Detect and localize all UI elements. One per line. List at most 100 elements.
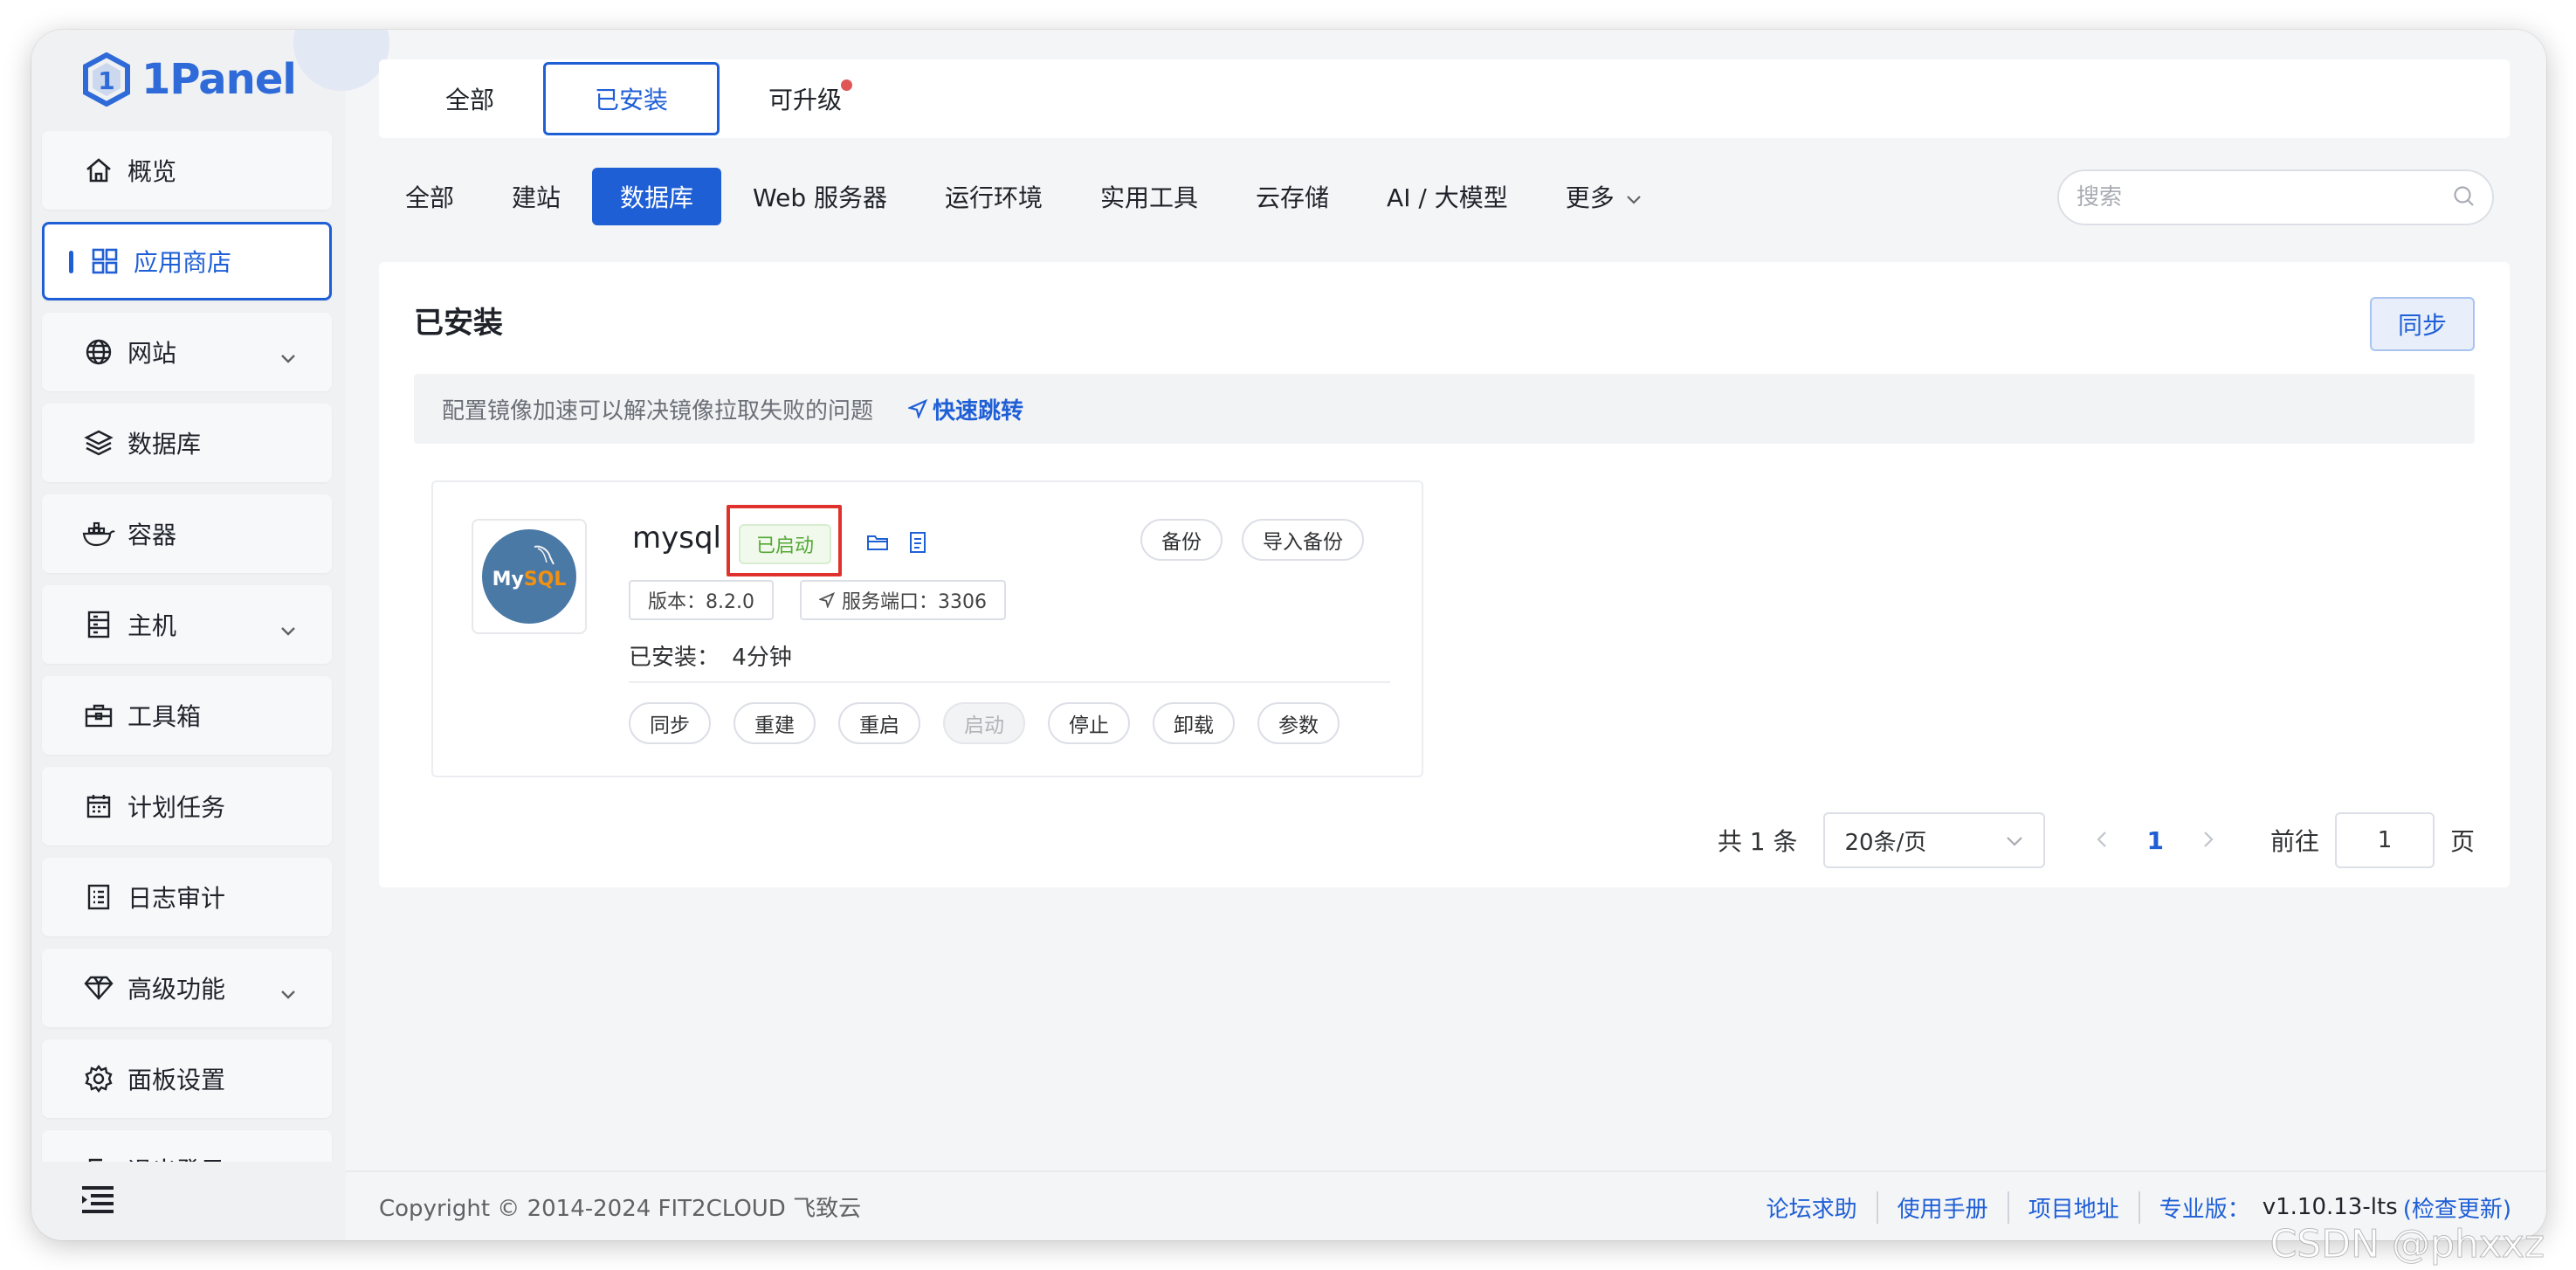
copyright: Copyright © 2014-2024 FIT2CLOUD 飞致云 (379, 1195, 862, 1222)
chevron-down-icon (1625, 183, 1643, 211)
collapse-menu-icon[interactable] (80, 1184, 115, 1219)
page-size-value: 20条/页 (1844, 829, 1927, 856)
version-tag: 版本：8.2.0 (629, 580, 774, 620)
stop-button[interactable]: 停止 (1048, 702, 1130, 744)
sidebar-item-label: 计划任务 (127, 793, 226, 822)
goto-page-input[interactable] (2334, 812, 2435, 868)
sync-button[interactable]: 同步 (2370, 297, 2475, 351)
diamond-icon (82, 971, 115, 1004)
brand-logo[interactable]: 1 1Panel (82, 49, 297, 110)
gear-icon (82, 1062, 115, 1095)
category-tools[interactable]: 实用工具 (1074, 168, 1224, 225)
page-number[interactable]: 1 (2146, 826, 2163, 855)
svg-text:1: 1 (98, 66, 114, 95)
import-backup-button[interactable]: 导入备份 (1242, 519, 1364, 561)
mysql-logo-text: MySQL (492, 569, 567, 590)
tab-label: 全部 (445, 86, 495, 114)
next-page-icon[interactable] (2202, 826, 2214, 855)
sidebar-item-label: 网站 (127, 339, 177, 368)
category-website[interactable]: 建站 (486, 168, 587, 225)
sidebar-item-settings[interactable]: 面板设置 (42, 1039, 332, 1118)
layers-icon (82, 426, 115, 459)
highlight-box (727, 505, 842, 576)
project-link[interactable]: 项目地址 (2009, 1191, 2140, 1224)
sidebar: 1 1Panel 概览 应用商店 网站 数据库 容器 主机 工具箱 计划任务 日… (31, 30, 389, 1240)
tab-all[interactable]: 全部 (396, 62, 543, 135)
page-nav: 1 (2096, 826, 2214, 855)
sidebar-item-overview[interactable]: 概览 (42, 131, 332, 210)
mirror-notice: 配置镜像加速可以解决镜像拉取失败的问题 快速跳转 (414, 374, 2475, 444)
tab-label: 已安装 (595, 86, 669, 114)
notice-text: 配置镜像加速可以解决镜像拉取失败的问题 (442, 397, 874, 424)
footer-links: 论坛求助 使用手册 项目地址 专业版： v1.10.13-lts (检查更新) (1747, 1172, 2511, 1240)
pagination: 共 1 条 20条/页 1 前往 页 (1718, 812, 2475, 868)
sidebar-item-advanced[interactable]: 高级功能 (42, 949, 332, 1027)
installed-label: 已安装： (629, 645, 720, 671)
sidebar-item-app-store[interactable]: 应用商店 (42, 222, 332, 300)
folder-icon[interactable] (866, 533, 889, 556)
goto-label: 前往 (2269, 827, 2319, 856)
sidebar-item-label: 应用商店 (134, 248, 232, 277)
prev-page-icon[interactable] (2096, 826, 2108, 855)
search-input[interactable] (2077, 184, 2452, 211)
quick-jump-link[interactable]: 快速跳转 (908, 393, 1023, 425)
port-tag[interactable]: 服务端口：3306 (800, 580, 1006, 620)
toolbox-icon (82, 699, 115, 732)
sidebar-item-label: 数据库 (127, 430, 202, 459)
sidebar-footer (31, 1162, 346, 1240)
app-name[interactable]: mysql (632, 521, 721, 556)
category-web-server[interactable]: Web 服务器 (727, 168, 913, 225)
main-content: 全部 已安装 可升级 全部 建站 数据库 Web 服务器 运行环境 实用工具 云… (346, 30, 2546, 1240)
sync-app-button[interactable]: 同步 (629, 702, 711, 744)
search-icon[interactable] (2452, 184, 2475, 211)
sidebar-item-toolbox[interactable]: 工具箱 (42, 676, 332, 755)
sidebar-item-container[interactable]: 容器 (42, 494, 332, 573)
version-number: v1.10.13-lts (2262, 1194, 2398, 1220)
sidebar-item-database[interactable]: 数据库 (42, 404, 332, 482)
sidebar-item-logs[interactable]: 日志审计 (42, 858, 332, 936)
installed-info: 已安装： 4分钟 (629, 639, 792, 672)
sidebar-item-label: 面板设置 (127, 1066, 226, 1094)
backup-button[interactable]: 备份 (1140, 519, 1223, 561)
category-all[interactable]: 全部 (379, 168, 480, 225)
active-indicator (69, 251, 73, 273)
chevron-down-icon (279, 977, 297, 1006)
sidebar-item-cron[interactable]: 计划任务 (42, 767, 332, 846)
app-window: 1 1Panel 概览 应用商店 网站 数据库 容器 主机 工具箱 计划任务 日… (31, 30, 2546, 1240)
category-more-label: 更多 (1565, 183, 1615, 212)
sidebar-item-label: 工具箱 (127, 702, 202, 731)
sidebar-item-website[interactable]: 网站 (42, 313, 332, 391)
notification-dot (841, 79, 853, 91)
document-icon[interactable] (908, 531, 927, 557)
sidebar-item-label: 高级功能 (127, 975, 226, 1004)
restart-button[interactable]: 重启 (838, 702, 920, 744)
version-text: 版本：8.2.0 (648, 591, 754, 613)
tab-installed[interactable]: 已安装 (543, 62, 720, 135)
sidebar-item-label: 主机 (127, 611, 177, 640)
params-button[interactable]: 参数 (1257, 702, 1340, 744)
home-icon (82, 154, 115, 187)
category-database[interactable]: 数据库 (592, 168, 722, 225)
page-suffix: 页 (2449, 827, 2475, 856)
category-more[interactable]: 更多 (1539, 168, 1669, 225)
category-ai[interactable]: AI / 大模型 (1360, 168, 1534, 225)
docker-icon (82, 517, 115, 550)
rebuild-button[interactable]: 重建 (734, 702, 816, 744)
manual-link[interactable]: 使用手册 (1878, 1191, 2009, 1224)
uninstall-button[interactable]: 卸载 (1153, 702, 1235, 744)
page-size-select[interactable]: 20条/页 (1823, 812, 2046, 868)
sidebar-item-host[interactable]: 主机 (42, 585, 332, 664)
server-icon (82, 608, 115, 641)
category-runtime[interactable]: 运行环境 (919, 168, 1069, 225)
status-tabs: 全部 已安装 可升级 (379, 59, 2510, 138)
footer: Copyright © 2014-2024 FIT2CLOUD 飞致云 论坛求助… (346, 1170, 2546, 1240)
logo-icon: 1 (82, 52, 131, 107)
app-logo: MySQL (472, 519, 587, 634)
forum-link[interactable]: 论坛求助 (1747, 1191, 1878, 1224)
sidebar-menu: 概览 应用商店 网站 数据库 容器 主机 工具箱 计划任务 日志审计 高级功能 … (42, 131, 332, 1221)
check-update-link[interactable]: (检查更新) (2403, 1191, 2511, 1224)
log-icon (82, 880, 115, 914)
category-cloud-storage[interactable]: 云存储 (1229, 168, 1355, 225)
tab-upgradable[interactable]: 可升级 (720, 62, 891, 135)
chevron-down-icon (279, 342, 297, 370)
